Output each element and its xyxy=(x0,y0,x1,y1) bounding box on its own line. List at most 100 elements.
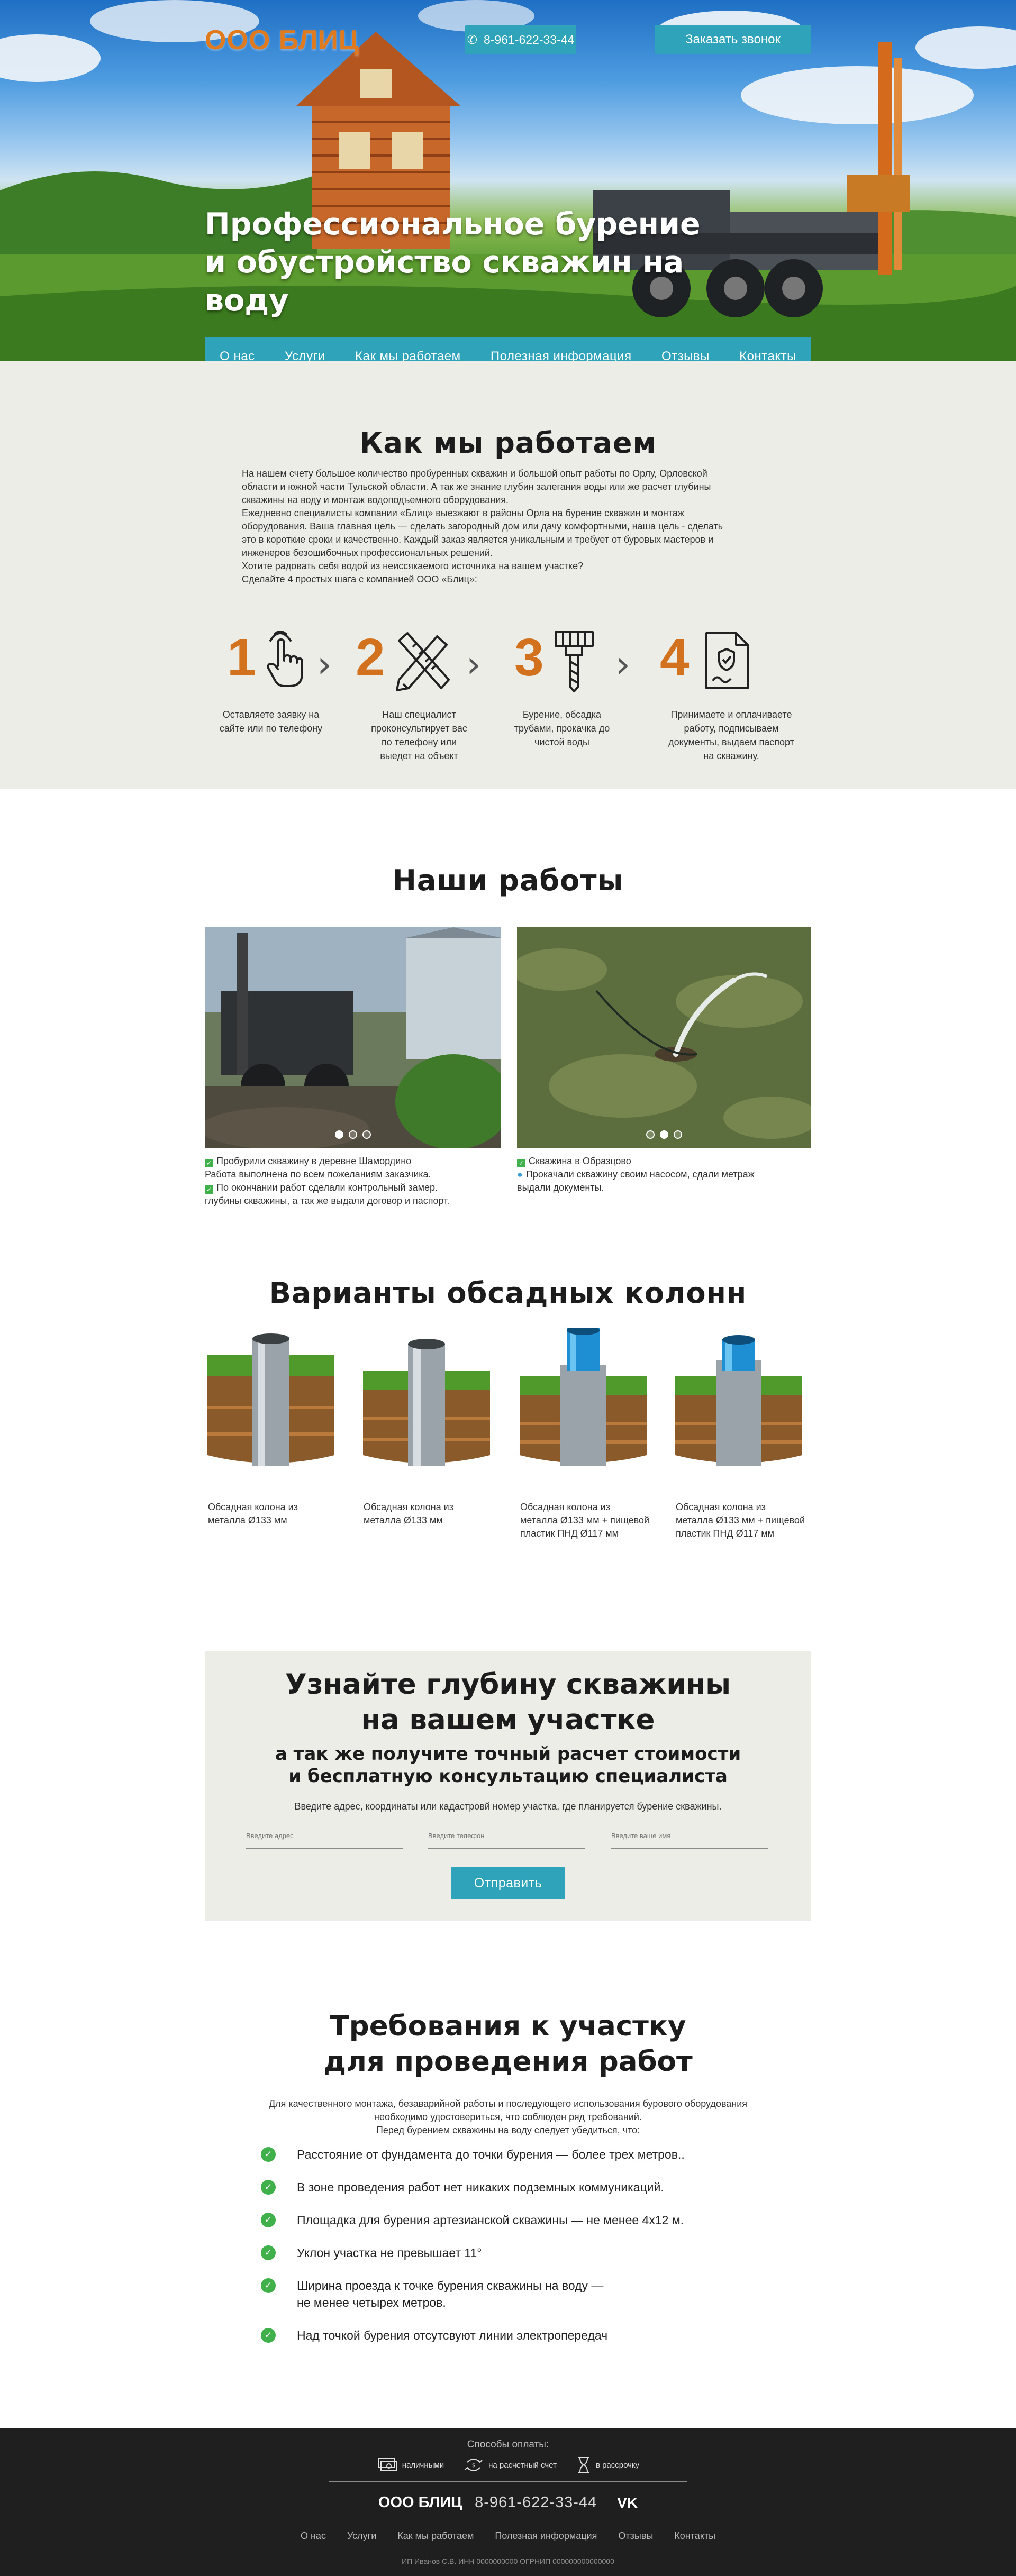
footer-nav-services[interactable]: Услуги xyxy=(347,2531,376,2542)
svg-text:$: $ xyxy=(472,2463,475,2469)
hero-title: Профессиональное бурение и обустройство … xyxy=(205,207,701,318)
step-number: 4 xyxy=(660,628,690,687)
step-number: 1 xyxy=(227,628,257,687)
casing-option-text: Обсадная колона из металла Ø133 мм xyxy=(208,1502,298,1525)
phone-button[interactable]: ✆ 8-961-622-33-44 xyxy=(465,25,576,54)
step-text: Бурение, обсадка трубами, прокачка до чи… xyxy=(514,709,610,747)
footer-nav-about[interactable]: О нас xyxy=(301,2531,326,2542)
section-title: Наши работы xyxy=(392,864,624,897)
step-text: Наш специалист проконсультирует вас по т… xyxy=(371,709,467,761)
phone-input[interactable] xyxy=(428,1832,585,1840)
nav-item-how-we-work[interactable]: Как мы работаем xyxy=(355,349,461,361)
footer-nav-how-we-work[interactable]: Как мы работаем xyxy=(397,2531,474,2542)
submit-button[interactable]: Отправить xyxy=(451,1867,565,1899)
slider-dot[interactable] xyxy=(674,1130,682,1139)
list-item-text: Над точкой бурения отсутсвуют линии элек… xyxy=(297,2328,608,2342)
footer-nav: О нас Услуги Как мы работаем Полезная ин… xyxy=(0,2531,1016,2542)
caption-line: Пробурили скважину в деревне Шамордино xyxy=(216,1156,412,1166)
intro-line: На нашем счету большое количество пробур… xyxy=(242,468,707,479)
step-number: 3 xyxy=(514,628,544,687)
phone-field[interactable] xyxy=(428,1831,585,1849)
list-item-text: Площадка для бурения артезианской скважи… xyxy=(297,2213,684,2227)
depth-request-section: Узнайте глубину скважины на вашем участк… xyxy=(0,1651,1016,1963)
work-photo-slider-1[interactable] xyxy=(205,927,501,1148)
check-icon: ✓ xyxy=(205,1159,213,1167)
work-caption-2: ✓ Скважина в Образцово ● Прокачали скважин… xyxy=(517,1155,813,1194)
casing-options-section: Варианты обсадных колонн Обсадная колона… xyxy=(0,1249,1016,1651)
slider-dot[interactable] xyxy=(646,1130,655,1139)
form-description: Введите адрес, координаты или кадастровй… xyxy=(294,1801,722,1812)
signed-document-icon xyxy=(705,632,749,689)
work-photo xyxy=(517,927,811,1148)
casing-pipe-image xyxy=(207,1333,334,1466)
nav-item-useful-info[interactable]: Полезная информация xyxy=(491,349,632,361)
casing-pipe-plastic-image xyxy=(675,1335,802,1466)
slider-dot[interactable] xyxy=(349,1130,357,1139)
intro-line: Перед бурением скважины на воду следует … xyxy=(376,2125,640,2135)
footer-phone[interactable]: 8-961-622-33-44 xyxy=(475,2494,597,2511)
payment-label: на расчетный счет xyxy=(488,2460,557,2470)
logo[interactable]: ООО БЛИЦ xyxy=(205,24,359,56)
casing-option-text: Обсадная колона из металла Ø133 мм + пищ… xyxy=(520,1502,650,1539)
order-call-button[interactable]: Заказать звонок xyxy=(655,25,811,54)
list-item: ✓ Площадка для бурения артезианской скваж… xyxy=(261,2212,737,2228)
slider-dot[interactable] xyxy=(335,1130,343,1139)
check-circle-icon: ✓ xyxy=(261,2180,276,2195)
payment-cash: наличными xyxy=(377,2456,444,2474)
intro-line: это в короткие сроки и качественно. Кажд… xyxy=(242,534,714,545)
payment-title: Способы оплаты: xyxy=(467,2439,549,2450)
slider-dot[interactable] xyxy=(660,1130,668,1139)
payment-installment: в рассрочку xyxy=(576,2456,639,2474)
list-item-text: не менее четырех метров. xyxy=(297,2296,446,2309)
address-field[interactable] xyxy=(246,1831,403,1849)
intro-line: Хотите радовать себя водой из неиссякаем… xyxy=(242,561,584,571)
intro-line: области и южной части Тульской области. … xyxy=(242,481,711,492)
list-item-text: В зоне проведения работ нет никаких подз… xyxy=(297,2180,664,2194)
casing-option-1: Обсадная колона из металла Ø133 мм xyxy=(205,1328,337,1527)
footer-nav-contacts[interactable]: Контакты xyxy=(674,2531,715,2542)
payment-transfer: $ на расчетный счет xyxy=(463,2456,557,2474)
our-works-section: Наши работы ✓ Пробурили скважину в дерев… xyxy=(0,789,1016,1249)
intro-line: скважины на воду и монтаж водоподъемного… xyxy=(242,495,509,505)
nav-item-services[interactable]: Услуги xyxy=(285,349,325,361)
intro-line: Ежедневно специалисты компании «Блиц» вы… xyxy=(242,508,684,518)
footer-logo[interactable]: ООО БЛИЦ xyxy=(378,2494,462,2511)
step-text: Принимаете и оплачиваете работу, подписы… xyxy=(668,709,794,761)
casing-option-4: Обсадная колона из металла Ø133 мм + пищ… xyxy=(673,1328,805,1540)
form-subtitle-line: а так же получите точный расчет стоимост… xyxy=(275,1743,741,1765)
check-circle-icon: ✓ xyxy=(261,2278,276,2293)
hourglass-icon xyxy=(578,2457,589,2473)
caption-line: Работа выполнена по всем пожеланиям зака… xyxy=(205,1169,431,1180)
caption-line: глубины скважины, а так же выдали догово… xyxy=(205,1195,450,1206)
slider-dot[interactable] xyxy=(362,1130,371,1139)
footer-nav-reviews[interactable]: Отзывы xyxy=(618,2531,653,2542)
intro-line: Сделайте 4 простых шага с компанией ООО … xyxy=(242,574,477,584)
intro-line: инженеров безошибочных профессиональных … xyxy=(242,547,493,558)
requirements-list: ✓ Расстояние от фундамента до точки бурен… xyxy=(261,2146,737,2360)
payment-label: наличными xyxy=(402,2460,444,2470)
footer-nav-useful-info[interactable]: Полезная информация xyxy=(495,2531,597,2542)
name-input[interactable] xyxy=(611,1832,768,1840)
pencil-ruler-icon xyxy=(396,632,450,691)
check-icon: ✓ xyxy=(517,1159,525,1167)
nav-item-contacts[interactable]: Контакты xyxy=(739,349,796,361)
vk-icon[interactable]: VK xyxy=(617,2495,638,2511)
nav-item-reviews[interactable]: Отзывы xyxy=(661,349,710,361)
footer-brand: ООО БЛИЦ 8-961-622-33-44 VK xyxy=(0,2494,1016,2511)
work-photo-slider-2[interactable] xyxy=(517,927,811,1148)
address-input[interactable] xyxy=(246,1832,403,1840)
intro-line: необходимо удостовериться, что соблюден … xyxy=(374,2112,642,2122)
nav-item-about[interactable]: О нас xyxy=(220,349,255,361)
caption-line: Прокачали скважину своим насосом, сдали … xyxy=(525,1169,755,1180)
casing-pipe-plastic-image xyxy=(520,1326,647,1466)
casing-option-3: Обсадная колона из металла Ø133 мм + пищ… xyxy=(517,1326,650,1540)
casing-pipe-image xyxy=(363,1339,490,1466)
list-item: ✓ Уклон участка не превышает 11° xyxy=(261,2244,737,2261)
phone-number: 8-961-622-33-44 xyxy=(483,32,575,47)
how-we-work-section: Как мы работаем На нашем счету большое к… xyxy=(0,361,1016,789)
list-item: ✓ Ширина проезда к точке бурения скважины… xyxy=(261,2277,737,2311)
form-subtitle: а так же получите точный расчет стоимост… xyxy=(205,1743,811,1787)
check-icon: ✓ xyxy=(205,1185,213,1194)
site-requirements-section: Требования к участку для проведения рабо… xyxy=(0,1963,1016,2428)
name-field[interactable] xyxy=(611,1831,768,1849)
